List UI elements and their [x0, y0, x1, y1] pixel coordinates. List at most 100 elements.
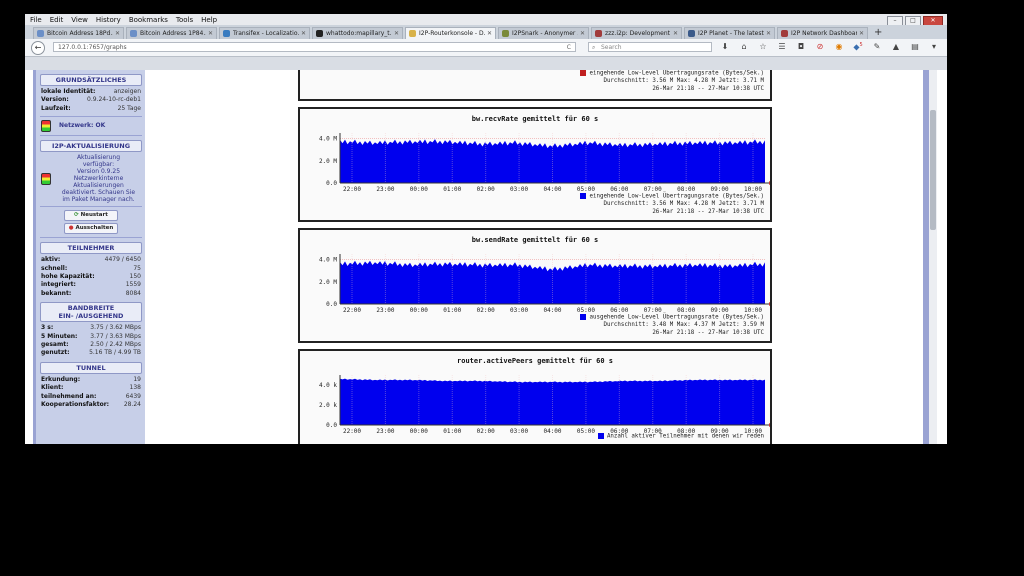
tab-0[interactable]: Bitcoin Address 18Pd... ✕	[33, 27, 124, 39]
pocket-icon[interactable]: ◘	[796, 42, 806, 52]
tab-close-icon[interactable]: ✕	[487, 30, 492, 37]
y-tick-label: 4.0 M	[319, 136, 337, 143]
x-tick-label: 03:00	[510, 428, 528, 435]
download-icon[interactable]: ⬇	[720, 42, 730, 52]
x-tick-label: 03:00	[510, 186, 528, 193]
shutdown-button[interactable]: ● Ausschalten	[64, 223, 118, 235]
legend-line: eingehende Low-Level Übertragungsrate (B…	[589, 193, 764, 200]
menu-file[interactable]: File	[30, 16, 42, 24]
info-value: 2.50 / 2.42 MBps	[90, 341, 141, 349]
restart-button[interactable]: ⟳ Neustart	[64, 210, 118, 222]
info-key: lokale Identität:	[41, 88, 96, 95]
legend-line-row: Durchschnitt: 3.56 M Max: 4.28 M Jetzt: …	[580, 201, 764, 209]
info-value: 4479 / 6450	[104, 256, 141, 264]
legend-swatch	[580, 193, 587, 199]
x-tick-label: 23:00	[376, 307, 394, 314]
tab-label: I2P-Routerkonsole - D...	[419, 30, 485, 37]
tab-6[interactable]: zzz.i2p: Development ... ✕	[591, 27, 682, 39]
tab-close-icon[interactable]: ✕	[673, 30, 678, 37]
new-tab-icon[interactable]: +	[874, 27, 882, 39]
tab-close-icon[interactable]: ✕	[766, 30, 771, 37]
legend-line-row: Durchschnitt: 3.48 M Max: 4.37 M Jetzt: …	[580, 322, 764, 330]
x-tick-label: 10:00	[744, 186, 762, 193]
info-key: 5 Minuten:	[41, 332, 78, 340]
shutdown-label: Ausschalten	[75, 225, 114, 232]
x-tick-label: 04:00	[543, 307, 561, 314]
puzzle-icon[interactable]: ◆5	[853, 42, 863, 52]
x-tick-label: 01:00	[443, 307, 461, 314]
x-tick-label: 23:00	[376, 186, 394, 193]
info-key: Laufzeit:	[41, 104, 71, 112]
info-key: integriert:	[41, 281, 76, 289]
tab-8[interactable]: I2P Network Dashboard ✕	[777, 27, 868, 39]
x-tick-label: 05:00	[577, 428, 595, 435]
tab-close-icon[interactable]: ✕	[301, 30, 306, 37]
tab-5[interactable]: I2PSnark - Anonymer ... ✕	[498, 27, 589, 39]
addon-icon[interactable]: ◉	[834, 42, 844, 52]
legend-line: Durchschnitt: 3.56 M Max: 4.28 M Jetzt: …	[603, 78, 764, 84]
x-tick-label: 02:00	[477, 428, 495, 435]
extension-icon[interactable]: ✎	[872, 42, 882, 52]
info-value: 0.9.24-10-rc-deb1	[87, 96, 141, 104]
tab-close-icon[interactable]: ✕	[115, 30, 120, 37]
x-tick-label: 01:00	[443, 428, 461, 435]
axis-arrow	[769, 302, 770, 306]
y-tick-label: 2.0 M	[319, 279, 337, 286]
legend-line: ausgehende Low-Level Übertragungsrate (B…	[589, 314, 764, 321]
info-row: aktiv: 4479 / 6450	[36, 256, 146, 264]
menu-help[interactable]: Help	[201, 16, 217, 24]
update-text-line: verfügbar:	[82, 161, 115, 169]
tab-close-icon[interactable]: ✕	[394, 30, 399, 37]
noscript-icon[interactable]: ⊘	[815, 42, 825, 52]
reading-list-icon[interactable]: ☰	[777, 42, 787, 52]
info-row: Laufzeit: 25 Tage	[36, 105, 146, 113]
tab-close-icon[interactable]: ✕	[859, 30, 864, 37]
reload-icon[interactable]: C	[567, 43, 571, 53]
menu-history[interactable]: History	[96, 16, 121, 24]
tab-label: I2P Planet - The latest...	[698, 30, 764, 37]
menu-tools[interactable]: Tools	[176, 16, 193, 24]
tab-favicon-icon	[502, 30, 509, 37]
badge: 5	[859, 42, 863, 48]
legend-line: Anzahl aktiver Teilnehmer mit denen wir …	[606, 433, 764, 440]
dropdown-icon[interactable]: ▾	[929, 42, 939, 52]
legend-swatch	[580, 70, 587, 76]
search-input[interactable]: ⌕ Search	[588, 42, 712, 52]
info-row: Klient: 138	[36, 384, 146, 392]
scrollbar-thumb[interactable]	[930, 110, 936, 230]
x-tick-label: 09:00	[711, 186, 729, 193]
bandwidth-title-2: EIN- /AUSGEHEND	[58, 312, 124, 321]
y-tick-label: 2.0 k	[319, 402, 337, 409]
bookmark-star-icon[interactable]: ☆	[758, 42, 768, 52]
info-value[interactable]: anzeigen	[114, 88, 141, 96]
clipboard-icon[interactable]: ▤	[910, 42, 920, 52]
menu-view[interactable]: View	[71, 16, 88, 24]
x-tick-label: 05:00	[577, 186, 595, 193]
tab-7[interactable]: I2P Planet - The latest... ✕	[684, 27, 775, 39]
info-row: Kooperationsfaktor: 28.24	[36, 401, 146, 409]
info-key: Kooperationsfaktor:	[41, 401, 110, 409]
info-key: Klient:	[41, 384, 64, 392]
menu-edit[interactable]: Edit	[50, 16, 64, 24]
tab-favicon-icon	[688, 30, 695, 37]
info-value: 1559	[125, 281, 141, 289]
home-icon[interactable]: ⌂	[739, 42, 749, 52]
x-tick-label: 04:00	[543, 186, 561, 193]
y-tick-label: 0.0	[326, 180, 337, 187]
info-value: 150	[129, 273, 141, 281]
tab-close-icon[interactable]: ✕	[208, 30, 213, 37]
back-icon[interactable]: ←	[31, 40, 45, 55]
vpn-icon[interactable]: ▲	[891, 42, 901, 52]
tab-4[interactable]: I2P-Routerkonsole - D... ✕	[405, 27, 496, 39]
tab-2[interactable]: Transifex - Localizatio... ✕	[219, 27, 310, 39]
tab-1[interactable]: Bitcoin Address 1P84... ✕	[126, 27, 217, 39]
update-status-icon	[41, 172, 51, 185]
legend-line: 26-Mar 21:18 -- 27-Mar 10:38 UTC	[652, 85, 764, 92]
menu-bookmarks[interactable]: Bookmarks	[129, 16, 168, 24]
router-sidebar: GRUNDSÄTZLICHES lokale Identität: anzeige…	[33, 70, 149, 444]
url-field[interactable]: 127.0.0.1:7657/graphs C	[53, 42, 576, 52]
tab-close-icon[interactable]: ✕	[580, 30, 585, 37]
x-tick-label: 09:00	[711, 307, 729, 314]
vertical-scrollbar[interactable]	[929, 70, 937, 444]
tab-3[interactable]: whattodo:mapillary_t... ✕	[312, 27, 403, 39]
